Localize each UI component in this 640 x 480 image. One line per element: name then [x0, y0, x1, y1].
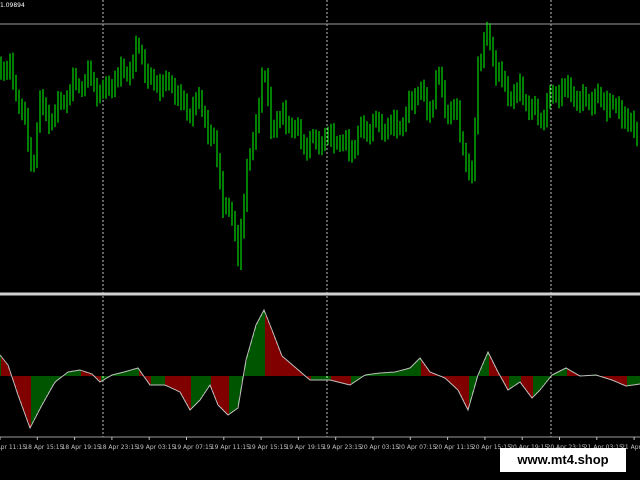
time-label: 19 Apr 19:15	[285, 444, 324, 451]
time-label: 19 Apr 11:15	[211, 444, 250, 451]
time-label: 20 Apr 03:15	[360, 444, 399, 451]
time-label: 18 Apr 15:15	[24, 444, 63, 451]
time-label: 19 Apr 15:15	[248, 444, 287, 451]
oscillator-histogram	[0, 310, 640, 428]
time-label: 18 Apr 19:15	[62, 444, 101, 451]
trading-chart[interactable]: 18 Apr 11:1518 Apr 15:1518 Apr 19:1518 A…	[0, 0, 640, 480]
time-label: 18 Apr 11:15	[0, 444, 26, 451]
oscillator-line	[0, 308, 640, 430]
time-label: 19 Apr 07:15	[174, 444, 213, 451]
price-level-label: 1.09894	[0, 2, 25, 9]
time-label: 19 Apr 03:15	[136, 444, 175, 451]
time-label: 19 Apr 23:15	[323, 444, 362, 451]
time-label: 20 Apr 11:15	[435, 444, 474, 451]
time-label: 18 Apr 23:15	[99, 444, 138, 451]
watermark-logo: www.mt4.shop	[500, 448, 626, 472]
time-label: 20 Apr 07:15	[397, 444, 436, 451]
price-candles	[0, 21, 638, 270]
